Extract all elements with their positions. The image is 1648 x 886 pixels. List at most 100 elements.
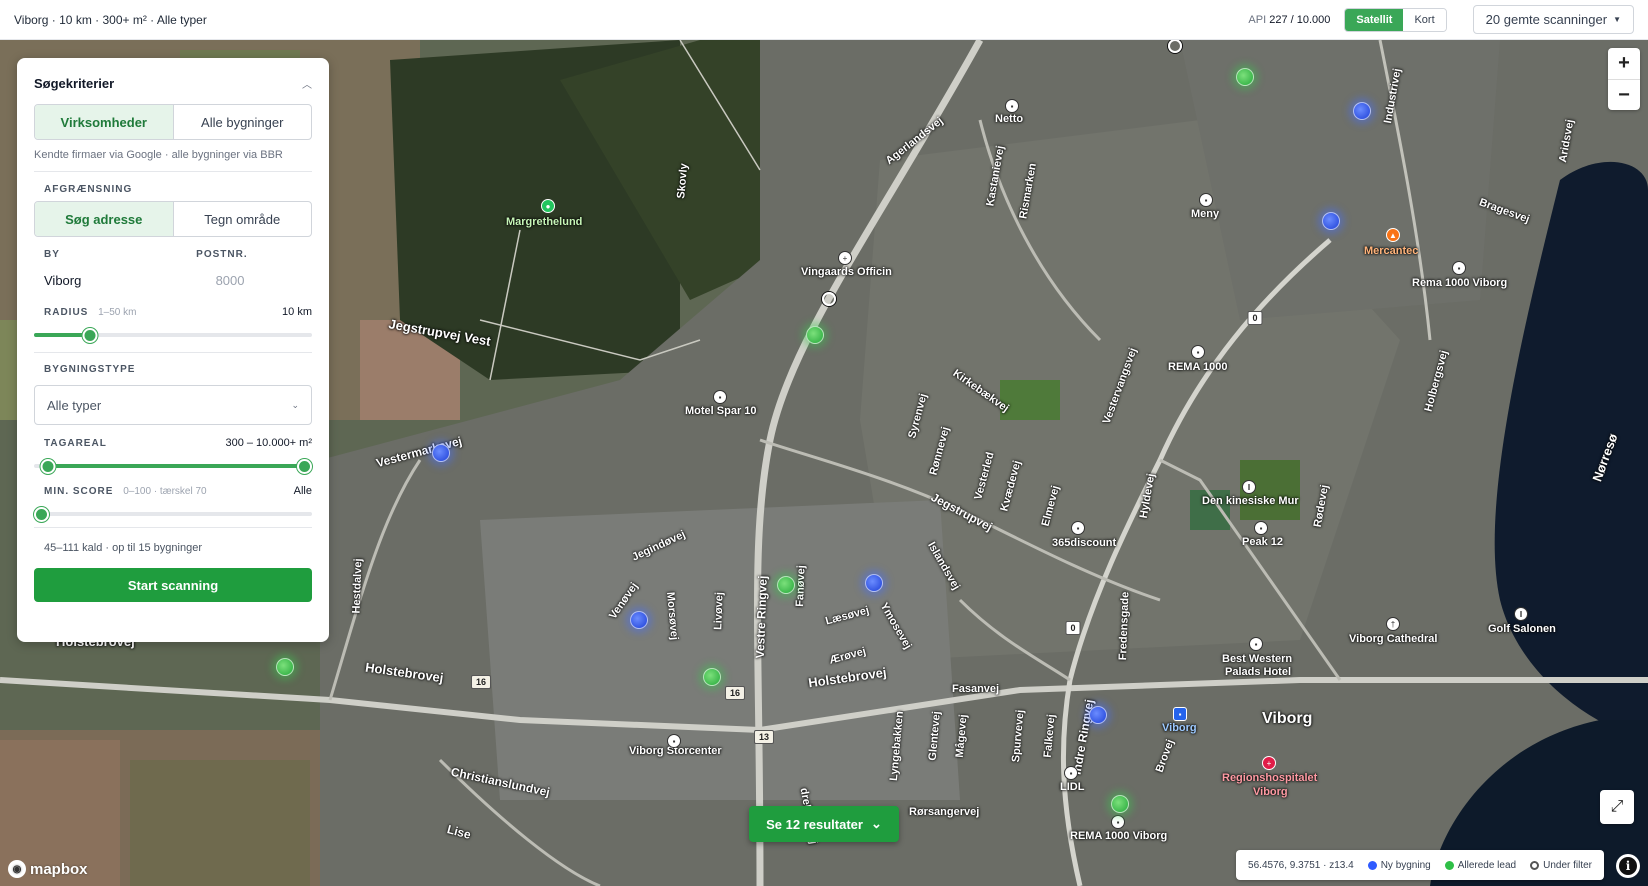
road-shield: 0 [1247, 311, 1263, 325]
poi-label: Viborg Cathedral [1349, 633, 1438, 645]
city-label: BY [44, 249, 60, 260]
saved-scans-dropdown[interactable]: 20 gemte scanninger ▼ [1472, 5, 1634, 34]
restaurant-icon[interactable]: ‖ [1242, 480, 1256, 494]
building-type-select[interactable]: Alle typer ⌄ [34, 385, 312, 425]
radius-label: RADIUS 1–50 km [44, 307, 136, 318]
tab-all-buildings[interactable]: Alle bygninger [174, 105, 312, 139]
pharmacy-icon[interactable]: + [838, 251, 852, 265]
min-score-slider[interactable] [34, 507, 312, 522]
slider-fill [47, 464, 312, 468]
new-building-marker[interactable] [1322, 212, 1340, 230]
poi-label: Rema 1000 Viborg [1412, 277, 1508, 289]
show-results-button[interactable]: Se 12 resultater ⌄ [749, 806, 899, 842]
poi-label: Mercantec [1364, 245, 1419, 257]
panel-title: Søgekriterier [34, 75, 115, 91]
poi-label: 365discount [1052, 537, 1117, 549]
existing-lead-marker[interactable] [1111, 795, 1129, 813]
tab-search-address[interactable]: Søg adresse [35, 202, 174, 236]
school-icon[interactable]: ▲ [1386, 228, 1400, 242]
road-shield: 16 [470, 675, 492, 689]
satellite-button[interactable]: Satellit [1345, 8, 1404, 31]
tab-draw-area[interactable]: Tegn område [174, 202, 312, 236]
cost-estimate: 45–111 kald · op til 15 bygninger [44, 542, 202, 554]
roof-label: TAGAREAL [44, 437, 107, 449]
street-label: Livøvej [712, 591, 726, 631]
search-criteria-panel: Søgekriterier ︿ Virksomheder Alle bygnin… [17, 58, 329, 642]
radius-slider-handle[interactable] [82, 328, 98, 343]
start-scan-button[interactable]: Start scanning [34, 568, 312, 602]
existing-lead-marker[interactable] [703, 668, 721, 686]
new-building-marker[interactable] [1089, 706, 1107, 724]
new-building-marker[interactable] [630, 611, 648, 629]
shop-icon[interactable]: ▪ [1111, 815, 1125, 829]
mapbox-logo[interactable]: ◉ mapbox [8, 860, 88, 878]
mall-icon[interactable]: ▪ [667, 734, 681, 748]
street-label: Vestre Ringvej [752, 575, 770, 659]
station-icon[interactable]: ▪ [1173, 707, 1187, 721]
score-row: MIN. SCORE 0–100 · tærskel 70 Alle [34, 485, 312, 497]
restaurant-icon[interactable]: ‖ [1514, 607, 1528, 621]
zoom-out-button[interactable]: − [1608, 79, 1640, 110]
roof-max-handle[interactable] [297, 459, 312, 474]
score-slider-handle[interactable] [34, 507, 49, 522]
poi-label: Meny [1191, 208, 1220, 220]
city-input[interactable]: Viborg [34, 260, 167, 288]
building-type-label: BYGNINGSTYPE [44, 364, 136, 375]
radius-slider[interactable] [34, 328, 312, 343]
zoom-in-button[interactable]: + [1608, 48, 1640, 79]
limit-toggle: Søg adresse Tegn område [34, 201, 312, 237]
chevron-up-icon[interactable]: ︿ [302, 76, 312, 91]
api-label: API [1248, 13, 1267, 26]
new-building-marker[interactable] [1353, 102, 1371, 120]
building-type-value: Alle typer [47, 397, 102, 413]
shop-icon[interactable]: ▪ [1064, 766, 1078, 780]
poi-label: Best Western [1222, 653, 1293, 665]
shop-icon[interactable]: ▪ [1191, 345, 1205, 359]
coordinates-readout: 56.4576, 9.3751 · z13.4 [1248, 859, 1354, 871]
existing-lead-marker[interactable] [777, 576, 795, 594]
existing-lead-marker[interactable] [806, 326, 824, 344]
new-building-marker[interactable] [432, 444, 450, 462]
roof-min-handle[interactable] [40, 459, 56, 474]
tab-businesses[interactable]: Virksomheder [35, 105, 174, 139]
top-bar: Viborg · 10 km · 300+ m² · Alle typer AP… [0, 0, 1648, 40]
shop-icon[interactable]: ▪ [1199, 193, 1213, 207]
score-label-text: MIN. SCORE [44, 485, 114, 497]
existing-lead-marker[interactable] [1236, 68, 1254, 86]
location-inputs: Viborg 8000 [34, 260, 312, 288]
road-shield: 16 [724, 686, 746, 700]
roof-area-slider[interactable] [34, 459, 312, 474]
radius-row: RADIUS 1–50 km 10 km [34, 306, 312, 318]
legend-new-building: Ny bygning [1367, 860, 1431, 871]
map-legend: 56.4576, 9.3751 · z13.4 Ny bygning Aller… [1236, 850, 1604, 880]
church-icon[interactable]: † [1386, 617, 1400, 631]
panel-header[interactable]: Søgekriterier ︿ [34, 74, 312, 92]
radius-value: 10 km [282, 306, 312, 318]
shop-icon[interactable]: ▪ [1254, 521, 1268, 535]
fullscreen-button[interactable]: ⤢ [1600, 790, 1634, 824]
poi-label: Regionshospitalet [1222, 772, 1318, 784]
new-building-marker[interactable] [865, 574, 883, 592]
api-value: 227 / 10.000 [1269, 13, 1331, 26]
zip-input[interactable]: 8000 [179, 260, 312, 288]
hospital-icon[interactable]: + [1262, 756, 1276, 770]
mode-toggle: Virksomheder Alle bygninger [34, 104, 312, 140]
under-filter-marker[interactable] [822, 292, 836, 306]
hotel-icon[interactable]: ▪ [713, 390, 727, 404]
existing-lead-marker[interactable] [276, 658, 294, 676]
street-label: Fasanvej [952, 683, 1000, 695]
street-label: Fanøvej [794, 565, 808, 607]
shop-icon[interactable]: ▪ [1005, 99, 1019, 113]
map-button[interactable]: Kort [1403, 8, 1446, 31]
hotel-icon[interactable]: ▪ [1249, 637, 1263, 651]
slider-track [34, 512, 312, 516]
park-icon[interactable]: ● [541, 199, 555, 213]
shop-icon[interactable]: ▪ [1452, 261, 1466, 275]
legend-existing-lead: Allerede lead [1444, 860, 1516, 871]
attribution-info-button[interactable]: i [1616, 854, 1640, 878]
town-label: Viborg [1262, 710, 1313, 727]
place-label: Margrethelund [506, 216, 583, 228]
shop-icon[interactable]: ▪ [1071, 521, 1085, 535]
chevron-down-icon: ⌄ [870, 816, 882, 831]
ring-icon [1530, 860, 1540, 870]
